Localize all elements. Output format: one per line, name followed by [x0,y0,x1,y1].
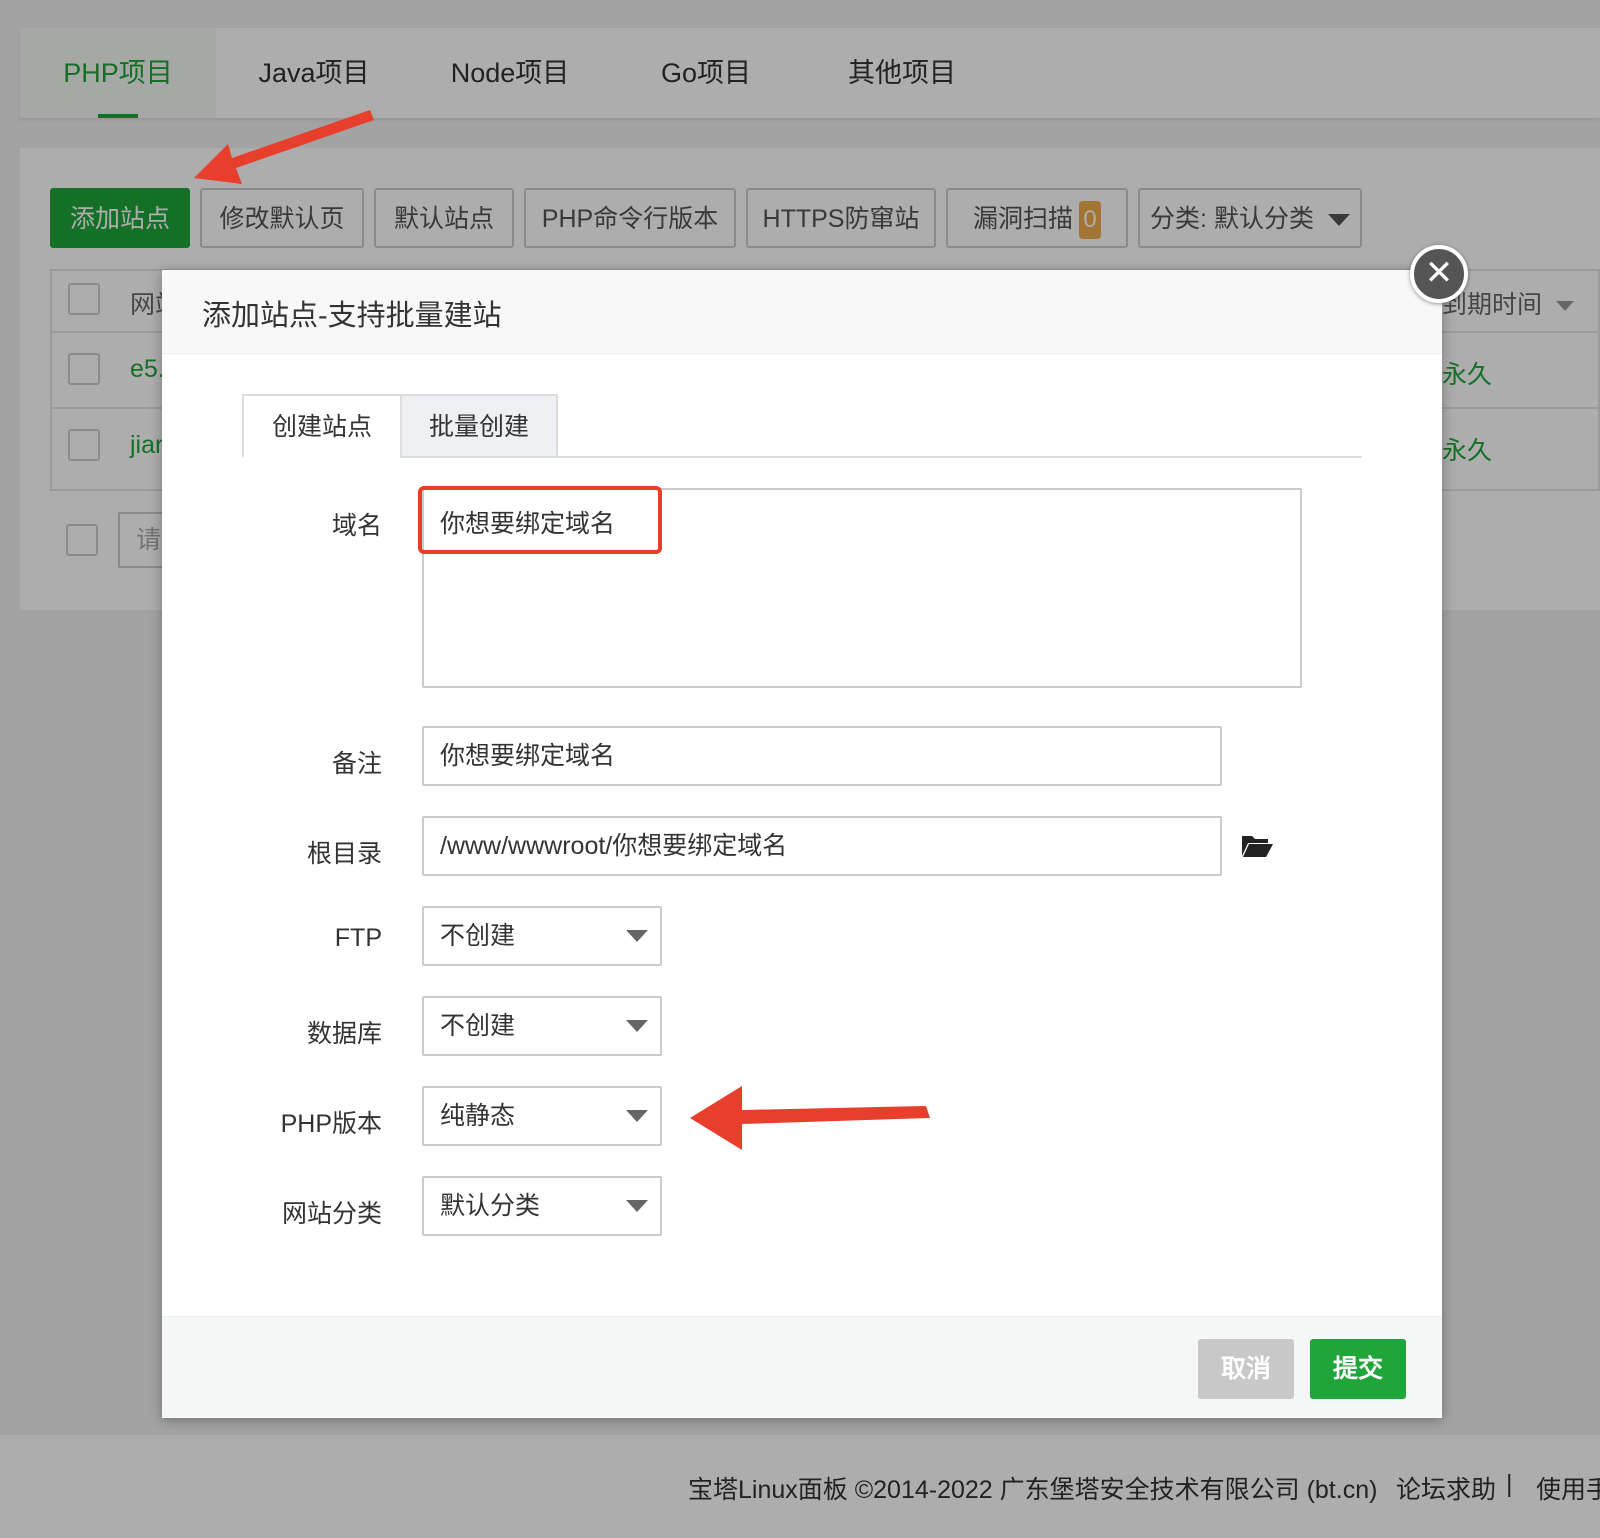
arrow-to-php-version-icon [690,1086,930,1150]
annotation-arrows [194,110,930,1150]
arrow-to-add-site-icon [194,110,374,184]
